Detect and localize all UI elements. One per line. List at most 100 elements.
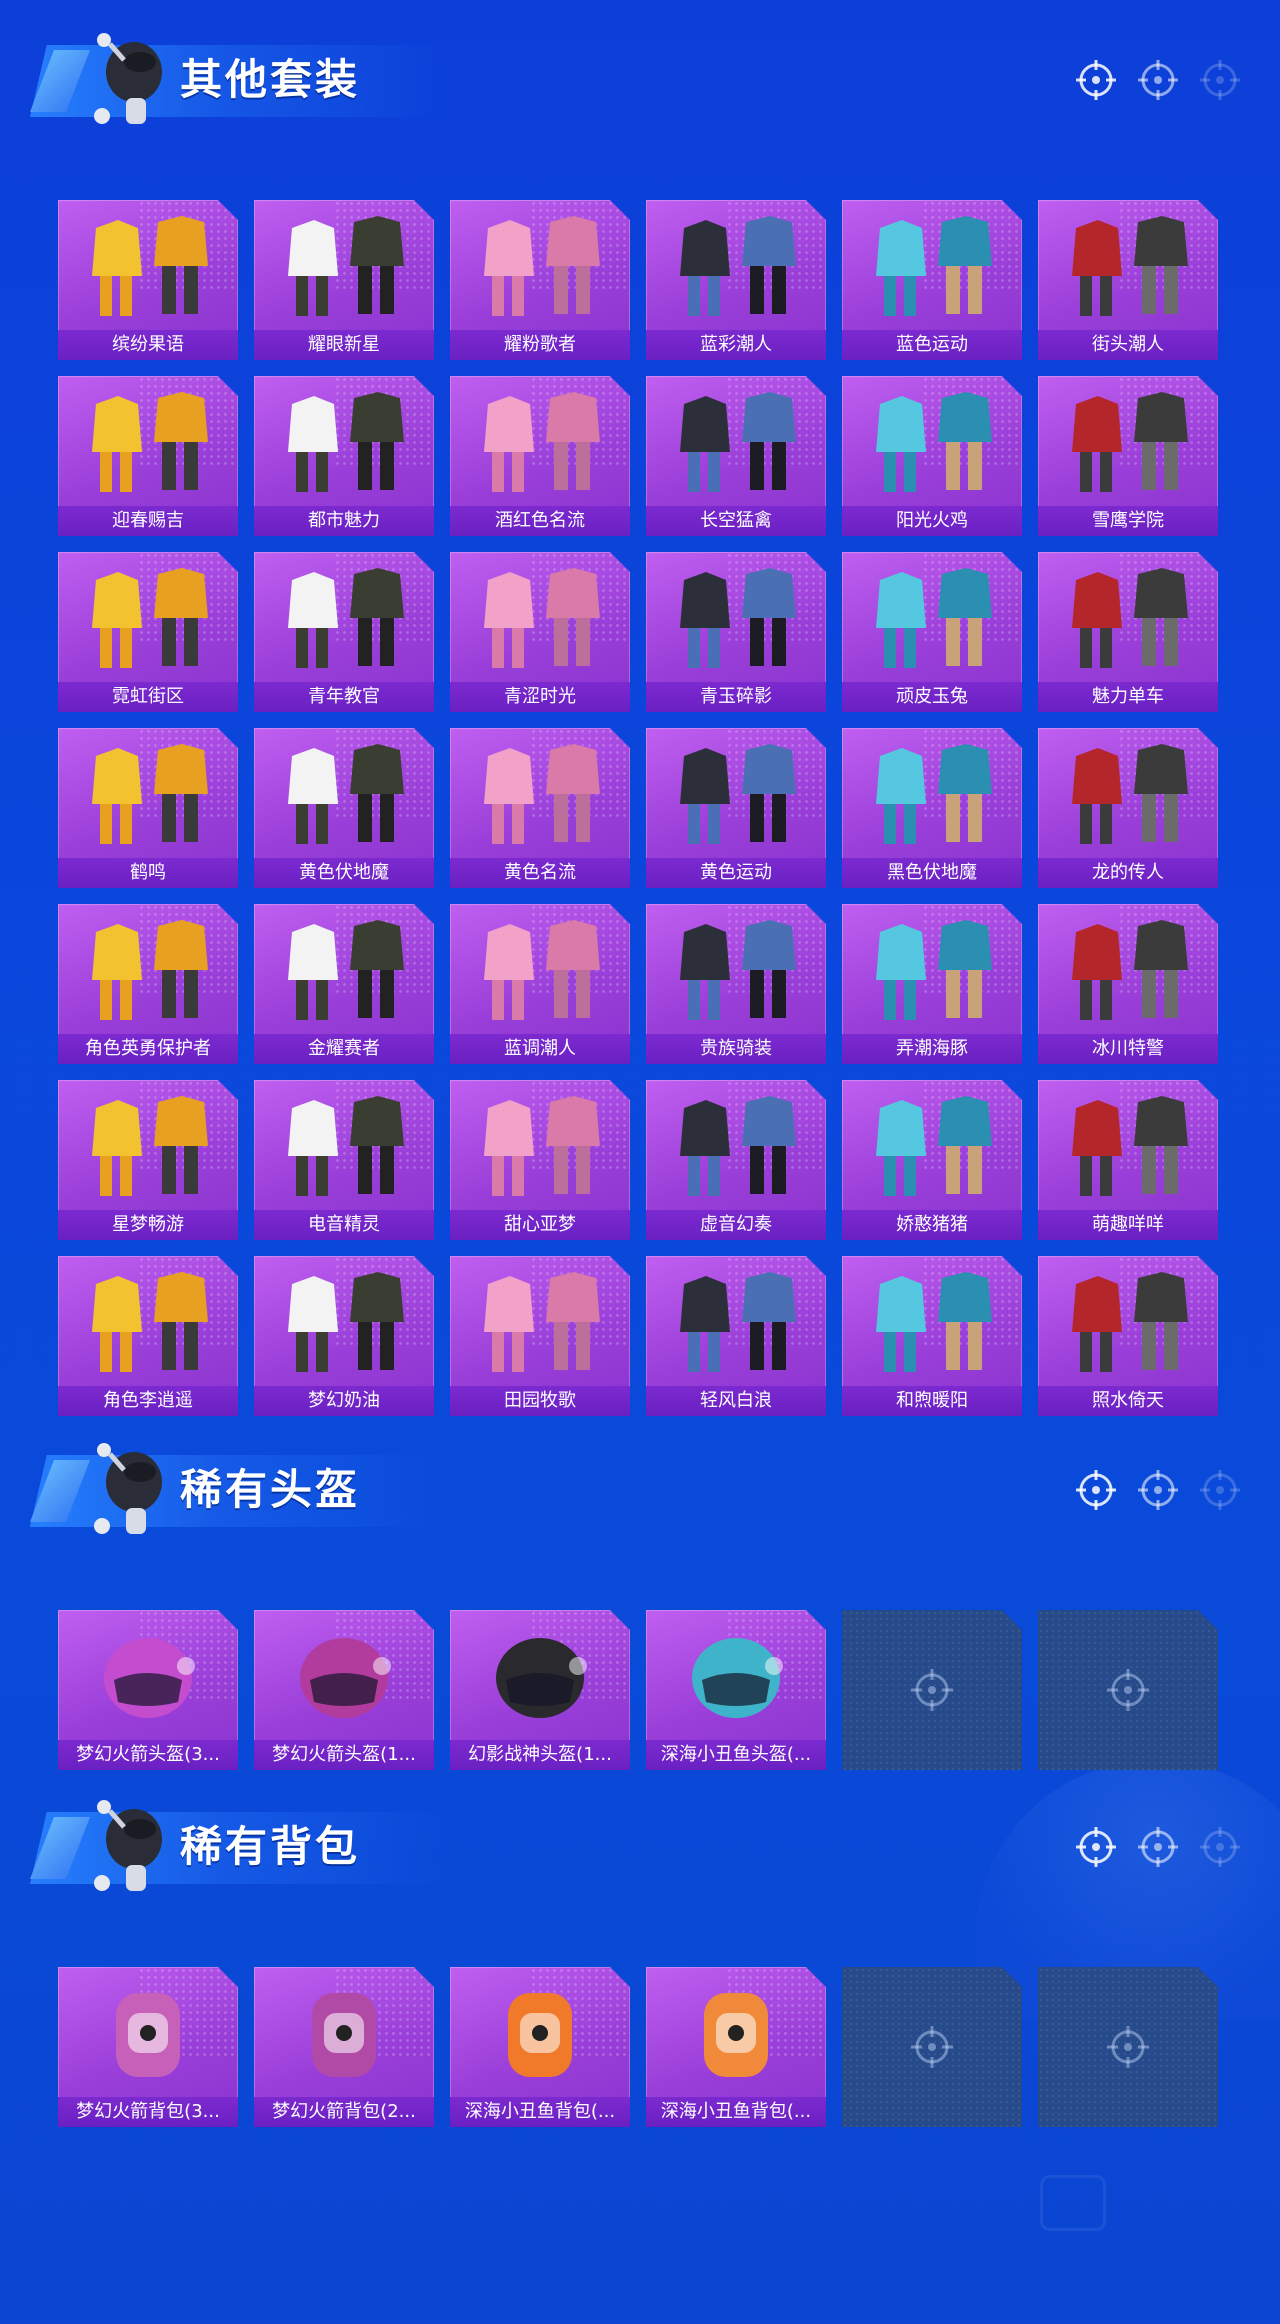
backpacks-section: 稀有背包 梦幻火箭背包(3... 梦幻火箭背包(2... 深海小丑鱼背包(...… bbox=[0, 1767, 1280, 2127]
backpack-card[interactable]: 深海小丑鱼背包(... bbox=[450, 1967, 630, 2127]
mascot-icon bbox=[94, 33, 162, 124]
outfit-card[interactable]: 迎春赐吉 bbox=[58, 376, 238, 536]
item-label: 耀眼新星 bbox=[254, 330, 434, 360]
crosshair-icon bbox=[1076, 1470, 1116, 1510]
outfit-card[interactable]: 冰川特警 bbox=[1038, 904, 1218, 1064]
item-label: 街头潮人 bbox=[1038, 330, 1218, 360]
item-label: 贵族骑装 bbox=[646, 1034, 826, 1064]
outfit-card[interactable]: 雪鹰学院 bbox=[1038, 376, 1218, 536]
target-icons bbox=[1074, 1468, 1242, 1512]
item-image bbox=[288, 216, 404, 316]
item-label: 霓虹街区 bbox=[58, 682, 238, 712]
outfit-card[interactable]: 虚音幻奏 bbox=[646, 1080, 826, 1240]
item-image bbox=[288, 1096, 404, 1196]
empty-slot bbox=[842, 1967, 1022, 2127]
outfit-card[interactable]: 娇憨猪猪 bbox=[842, 1080, 1022, 1240]
helmet-card[interactable]: 梦幻火箭头盔(3... bbox=[58, 1610, 238, 1770]
item-image bbox=[92, 568, 208, 668]
outfit-card[interactable]: 电音精灵 bbox=[254, 1080, 434, 1240]
outfit-card[interactable]: 金耀赛者 bbox=[254, 904, 434, 1064]
backpack-card[interactable]: 梦幻火箭背包(2... bbox=[254, 1967, 434, 2127]
helmet-card[interactable]: 梦幻火箭头盔(1... bbox=[254, 1610, 434, 1770]
crosshair-icon bbox=[1138, 1827, 1178, 1867]
item-label: 魅力单车 bbox=[1038, 682, 1218, 712]
outfit-card[interactable]: 龙的传人 bbox=[1038, 728, 1218, 888]
outfit-card[interactable]: 黄色名流 bbox=[450, 728, 630, 888]
outfit-card[interactable]: 长空猛禽 bbox=[646, 376, 826, 536]
item-image bbox=[680, 216, 796, 316]
item-image bbox=[484, 1272, 600, 1372]
outfit-card[interactable]: 缤纷果语 bbox=[58, 200, 238, 360]
helmets-section: 稀有头盔 梦幻火箭头盔(3... 梦幻火箭头盔(1... 幻影战神头盔(1...… bbox=[0, 1410, 1280, 1770]
outfit-card[interactable]: 青涩时光 bbox=[450, 552, 630, 712]
item-label: 深海小丑鱼头盔(... bbox=[646, 1740, 826, 1770]
outfit-card[interactable]: 萌趣咩咩 bbox=[1038, 1080, 1218, 1240]
item-image bbox=[92, 920, 208, 1020]
item-label: 缤纷果语 bbox=[58, 330, 238, 360]
outfit-card[interactable]: 黄色运动 bbox=[646, 728, 826, 888]
outfit-card[interactable]: 星梦畅游 bbox=[58, 1080, 238, 1240]
item-image bbox=[704, 1993, 768, 2077]
item-image bbox=[680, 744, 796, 844]
outfit-card[interactable]: 魅力单车 bbox=[1038, 552, 1218, 712]
item-image bbox=[288, 920, 404, 1020]
item-label: 鹤鸣 bbox=[58, 858, 238, 888]
item-image bbox=[92, 1272, 208, 1372]
backpack-grid: 梦幻火箭背包(3... 梦幻火箭背包(2... 深海小丑鱼背包(... 深海小丑… bbox=[58, 1967, 1218, 2127]
item-image bbox=[876, 744, 992, 844]
crosshair-icon bbox=[1107, 2026, 1149, 2068]
outfit-card[interactable]: 黄色伏地魔 bbox=[254, 728, 434, 888]
item-image bbox=[1072, 920, 1188, 1020]
background-decoration bbox=[1040, 2175, 1106, 2231]
outfit-card[interactable]: 霓虹街区 bbox=[58, 552, 238, 712]
item-label: 角色英勇保护者 bbox=[58, 1034, 238, 1064]
target-icons bbox=[1074, 1825, 1242, 1869]
target-icons bbox=[1074, 58, 1242, 102]
crosshair-icon bbox=[1138, 60, 1178, 100]
outfit-grid: 缤纷果语 耀眼新星 耀粉歌者 蓝彩潮人 蓝色运动 街头潮人 迎春赐吉 都市魅力 … bbox=[58, 200, 1218, 1416]
crosshair-icon bbox=[1138, 1470, 1178, 1510]
crosshair-icon bbox=[1076, 60, 1116, 100]
helmet-card[interactable]: 幻影战神头盔(1... bbox=[450, 1610, 630, 1770]
item-image bbox=[1072, 392, 1188, 492]
section-title: 稀有头盔 bbox=[180, 1466, 361, 1513]
outfit-card[interactable]: 田园牧歌 bbox=[450, 1256, 630, 1416]
outfit-card[interactable]: 角色李逍遥 bbox=[58, 1256, 238, 1416]
outfit-card[interactable]: 阳光火鸡 bbox=[842, 376, 1022, 536]
outfit-card[interactable]: 顽皮玉兔 bbox=[842, 552, 1022, 712]
section-title: 其他套装 bbox=[180, 56, 361, 103]
outfit-card[interactable]: 甜心亚梦 bbox=[450, 1080, 630, 1240]
outfit-card[interactable]: 青玉碎影 bbox=[646, 552, 826, 712]
empty-slot bbox=[1038, 1967, 1218, 2127]
outfit-card[interactable]: 青年教官 bbox=[254, 552, 434, 712]
outfit-card[interactable]: 蓝彩潮人 bbox=[646, 200, 826, 360]
item-label: 深海小丑鱼背包(... bbox=[646, 2097, 826, 2127]
item-image bbox=[116, 1993, 180, 2077]
outfit-card[interactable]: 鹤鸣 bbox=[58, 728, 238, 888]
item-image bbox=[508, 1993, 572, 2077]
outfit-card[interactable]: 蓝调潮人 bbox=[450, 904, 630, 1064]
outfit-card[interactable]: 蓝色运动 bbox=[842, 200, 1022, 360]
outfit-card[interactable]: 街头潮人 bbox=[1038, 200, 1218, 360]
outfit-card[interactable]: 和煦暖阳 bbox=[842, 1256, 1022, 1416]
item-label: 弄潮海豚 bbox=[842, 1034, 1022, 1064]
backpack-card[interactable]: 深海小丑鱼背包(... bbox=[646, 1967, 826, 2127]
outfit-card[interactable]: 都市魅力 bbox=[254, 376, 434, 536]
helmet-card[interactable]: 深海小丑鱼头盔(... bbox=[646, 1610, 826, 1770]
outfit-card[interactable]: 耀粉歌者 bbox=[450, 200, 630, 360]
item-label: 青玉碎影 bbox=[646, 682, 826, 712]
outfit-card[interactable]: 弄潮海豚 bbox=[842, 904, 1022, 1064]
outfit-card[interactable]: 梦幻奶油 bbox=[254, 1256, 434, 1416]
item-label: 金耀赛者 bbox=[254, 1034, 434, 1064]
section-title: 稀有背包 bbox=[180, 1823, 361, 1870]
outfit-card[interactable]: 贵族骑装 bbox=[646, 904, 826, 1064]
outfit-card[interactable]: 黑色伏地魔 bbox=[842, 728, 1022, 888]
item-image bbox=[104, 1638, 195, 1718]
outfit-card[interactable]: 酒红色名流 bbox=[450, 376, 630, 536]
outfit-card[interactable]: 轻风白浪 bbox=[646, 1256, 826, 1416]
item-image bbox=[876, 920, 992, 1020]
outfit-card[interactable]: 耀眼新星 bbox=[254, 200, 434, 360]
outfit-card[interactable]: 照水倚天 bbox=[1038, 1256, 1218, 1416]
outfit-card[interactable]: 角色英勇保护者 bbox=[58, 904, 238, 1064]
backpack-card[interactable]: 梦幻火箭背包(3... bbox=[58, 1967, 238, 2127]
